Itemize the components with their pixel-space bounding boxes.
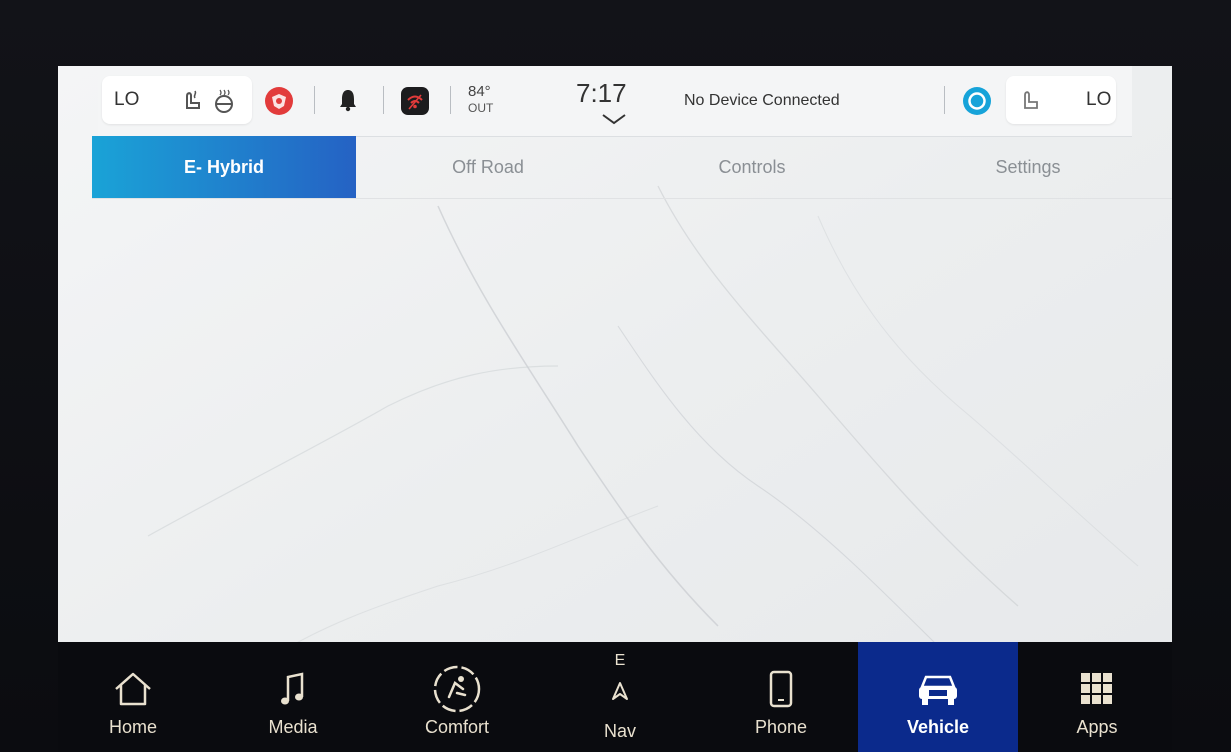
- nav-nav-label: Nav: [603, 721, 636, 741]
- status-divider: [450, 86, 451, 114]
- seat-heat-icon[interactable]: [180, 88, 204, 112]
- nav-home-label: Home: [108, 717, 157, 737]
- nav-apps-label: Apps: [1076, 717, 1118, 737]
- wifi-hotspot-icon[interactable]: [401, 87, 429, 115]
- vehicle-icon: [919, 675, 957, 705]
- compass-heading: E: [614, 652, 626, 669]
- notification-bell-icon[interactable]: [336, 88, 360, 112]
- nav-home[interactable]: Home: [58, 642, 208, 752]
- navigation-arrow-icon: [612, 682, 628, 700]
- right-climate-level[interactable]: LO: [1086, 89, 1111, 111]
- status-divider: [383, 86, 384, 114]
- nav-media-label: Media: [268, 717, 318, 737]
- comfort-icon: [433, 665, 481, 713]
- left-climate-level[interactable]: LO: [114, 89, 139, 111]
- chevron-down-icon[interactable]: [600, 112, 628, 126]
- tab-off-road[interactable]: Off Road: [356, 136, 620, 198]
- clock: 7:17: [576, 78, 627, 108]
- nav-vehicle[interactable]: Vehicle: [858, 642, 1018, 752]
- seat-vent-icon[interactable]: [1018, 88, 1042, 112]
- nav-media[interactable]: Media: [218, 642, 368, 752]
- status-bar: LO 84° OUT 7:17 No Device Connected LO: [98, 66, 1132, 137]
- nav-vehicle-label: Vehicle: [906, 717, 970, 737]
- phone-icon: [769, 670, 793, 708]
- music-note-icon: [281, 672, 304, 705]
- status-divider: [944, 86, 945, 114]
- steering-wheel-heat-icon[interactable]: [212, 88, 236, 114]
- home-icon: [115, 672, 151, 706]
- outside-temperature: 84° OUT: [468, 84, 493, 116]
- vehicle-tab-bar: E- Hybrid Off Road Controls Settings: [92, 136, 1172, 199]
- nav-nav[interactable]: E Nav: [545, 642, 695, 752]
- temperature-label: OUT: [468, 101, 494, 115]
- tab-controls[interactable]: Controls: [620, 136, 884, 198]
- nav-comfort[interactable]: Comfort: [382, 642, 532, 752]
- srt-logo-icon[interactable]: [264, 86, 294, 116]
- tab-settings[interactable]: Settings: [884, 136, 1172, 198]
- alexa-icon[interactable]: [962, 86, 992, 116]
- tab-e-hybrid[interactable]: E- Hybrid: [92, 136, 356, 198]
- temperature-value: 84°: [468, 83, 491, 100]
- nav-apps[interactable]: Apps: [1022, 642, 1172, 752]
- device-status[interactable]: No Device Connected: [684, 92, 840, 110]
- nav-phone-label: Phone: [754, 717, 808, 737]
- nav-phone[interactable]: Phone: [706, 642, 856, 752]
- nav-comfort-label: Comfort: [424, 717, 489, 737]
- status-divider: [314, 86, 315, 114]
- apps-grid-icon: [1081, 673, 1112, 704]
- bottom-nav-bar: Home Media Comfort E Nav Phone Vehicle A…: [58, 642, 1172, 752]
